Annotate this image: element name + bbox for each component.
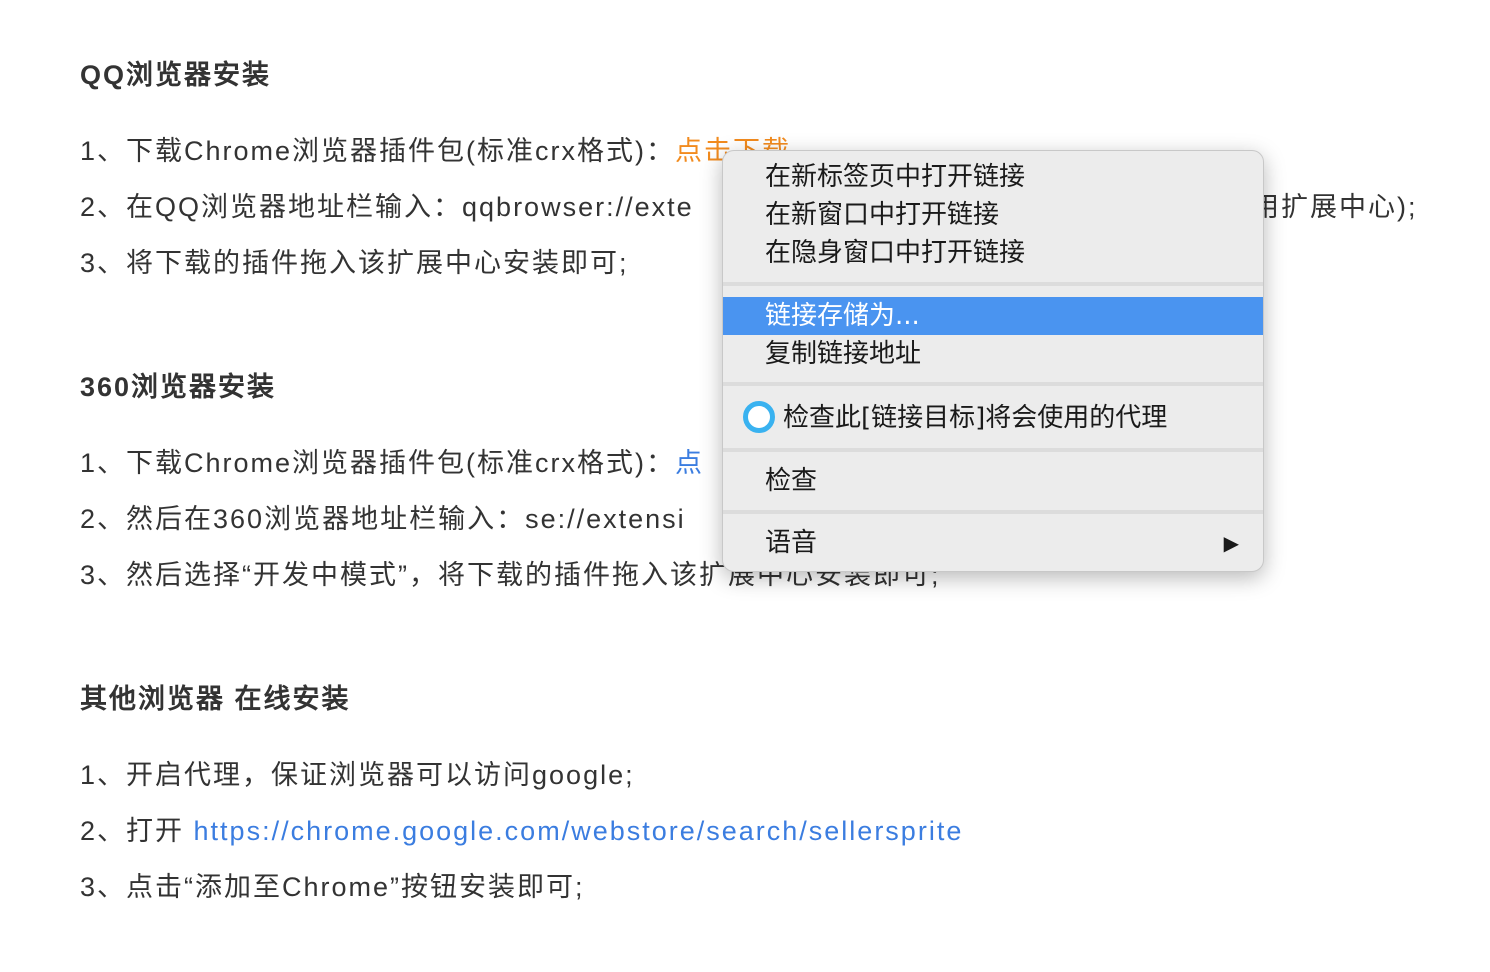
360-step-2: 2、然后在360浏览器地址栏输入：se://extensi xyxy=(80,504,686,534)
menu-separator xyxy=(723,448,1263,452)
section-title-qq: QQ浏览器安装 xyxy=(80,60,272,90)
submenu-arrow-icon: ▶ xyxy=(1223,531,1239,555)
menu-item-open-new-window[interactable]: 在新窗口中打开链接 xyxy=(723,196,1263,234)
qq-step-3: 3、将下载的插件拖入该扩展中心安装即可; xyxy=(80,248,629,278)
360-step-1-text: 1、下载Chrome浏览器插件包(标准crx格式)： xyxy=(80,448,676,478)
360-step-1: 1、下载Chrome浏览器插件包(标准crx格式)：点 xyxy=(80,441,704,480)
360-download-link[interactable]: 点 xyxy=(675,448,704,478)
other-step-3: 3、点击“添加至Chrome”按钮安装即可; xyxy=(80,872,585,902)
section-title-other: 其他浏览器 在线安装 xyxy=(80,684,351,714)
webstore-link[interactable]: https://chrome.google.com/webstore/searc… xyxy=(194,816,964,846)
menu-item-inspect[interactable]: 检查 xyxy=(723,462,1263,500)
menu-item-speech-label: 语音 xyxy=(765,528,818,558)
menu-item-proxy-check-label: 检查此[链接目标]将会使用的代理 xyxy=(783,403,1168,433)
qq-step-2-tail: 用扩展中心); xyxy=(1252,192,1418,222)
menu-item-speech[interactable]: 语音 ▶ xyxy=(723,524,1263,562)
menu-item-copy-link-address[interactable]: 复制链接地址 xyxy=(723,335,1263,373)
qq-step-2: 2、在QQ浏览器地址栏输入：qqbrowser://exte xyxy=(80,185,694,224)
menu-item-proxy-check[interactable]: 检查此[链接目标]将会使用的代理 xyxy=(723,399,1263,437)
menu-separator xyxy=(723,382,1263,386)
menu-item-open-incognito[interactable]: 在隐身窗口中打开链接 xyxy=(723,234,1263,272)
other-step-1: 1、开启代理，保证浏览器可以访问google; xyxy=(80,760,635,790)
other-step-2: 2、打开 https://chrome.google.com/webstore/… xyxy=(80,809,963,848)
menu-separator xyxy=(723,510,1263,514)
article-page: QQ浏览器安装 1、下载Chrome浏览器插件包(标准crx格式)：点击下载 2… xyxy=(0,0,1490,972)
menu-item-save-link-as[interactable]: 链接存储为... xyxy=(723,297,1263,335)
other-step-2-text: 2、打开 xyxy=(80,816,194,846)
context-menu: 在新标签页中打开链接 在新窗口中打开链接 在隐身窗口中打开链接 链接存储为...… xyxy=(722,150,1264,572)
qq-step-2-text: 2、在QQ浏览器地址栏输入：qqbrowser://exte xyxy=(80,192,694,222)
menu-separator xyxy=(723,282,1263,286)
proxy-extension-icon xyxy=(743,400,775,433)
qq-step-1: 1、下载Chrome浏览器插件包(标准crx格式)：点击下载 xyxy=(80,129,791,168)
menu-item-open-new-tab[interactable]: 在新标签页中打开链接 xyxy=(723,158,1263,196)
section-title-360: 360浏览器安装 xyxy=(80,372,277,402)
qq-step-1-text: 1、下载Chrome浏览器插件包(标准crx格式)： xyxy=(80,136,676,166)
